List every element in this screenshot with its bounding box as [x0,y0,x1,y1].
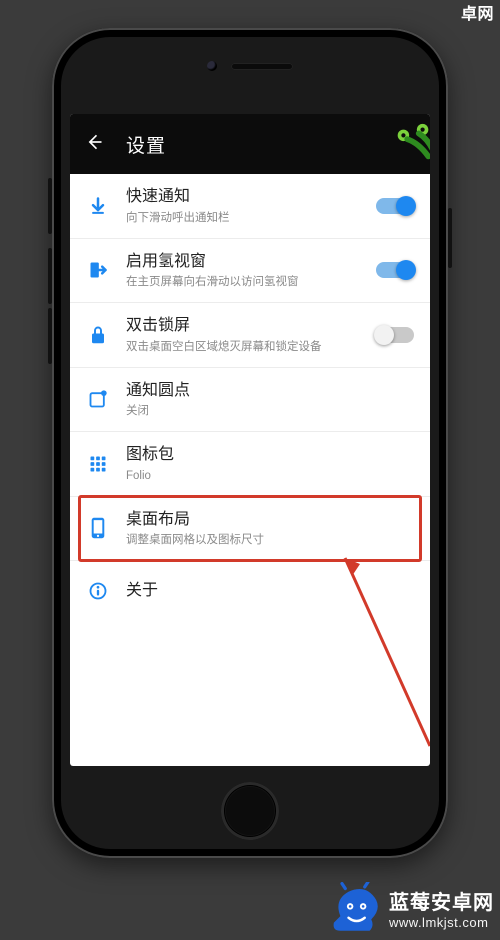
phone-earpiece-area [52,54,448,78]
item-subtitle: 双击桌面空白区域熄灭屏幕和锁定设备 [126,340,368,355]
page-corner-watermark: 卓网 [461,0,494,24]
item-title: 关于 [126,580,414,602]
item-title: 通知圆点 [126,380,414,402]
phone-frame: 设置 [52,28,448,858]
item-title: 快速通知 [126,186,368,208]
notification-dot-icon [84,389,112,409]
settings-item-hydrogen[interactable]: 启用氢视窗 在主页屏幕向右滑动以访问氢视窗 [70,239,430,304]
item-title: 启用氢视窗 [126,251,368,273]
settings-item-icon-pack[interactable]: 图标包 Folio [70,432,430,497]
item-subtitle: 向下滑动呼出通知栏 [126,211,368,226]
settings-item-notification-dot[interactable]: 通知圆点 关闭 [70,368,430,433]
settings-list: 快速通知 向下滑动呼出通知栏 启用氢视窗 在 [70,174,430,621]
info-icon [84,581,112,601]
item-subtitle: Folio [126,469,414,484]
download-arrow-icon [84,196,112,216]
settings-item-quick-notify[interactable]: 快速通知 向下滑动呼出通知栏 [70,174,430,239]
item-title: 图标包 [126,444,414,466]
item-subtitle: 关闭 [126,404,414,419]
exit-right-icon [84,260,112,280]
watermark-logo-icon [329,882,381,934]
item-title: 桌面布局 [126,509,414,531]
item-subtitle: 调整桌面网格以及图标尺寸 [126,533,414,548]
front-camera-icon [207,61,217,71]
settings-item-about[interactable]: 关于 [70,561,430,621]
earpiece-icon [231,63,293,70]
lock-icon [84,325,112,345]
phone-layout-icon [84,517,112,539]
app-header: 设置 [70,114,430,174]
settings-item-double-tap-lock[interactable]: 双击锁屏 双击桌面空白区域熄灭屏幕和锁定设备 [70,303,430,368]
settings-item-desktop-layout[interactable]: 桌面布局 调整桌面网格以及图标尺寸 [70,497,430,562]
watermark-title: 蓝莓安卓网 [389,886,494,915]
toggle-hydrogen[interactable] [376,262,414,278]
watermark: 蓝莓安卓网 www.lmkjst.com [329,882,494,934]
toggle-quick-notify[interactable] [376,198,414,214]
screen: 设置 [70,114,430,766]
page-title: 设置 [126,131,166,158]
watermark-url: www.lmkjst.com [389,915,494,930]
item-title: 双击锁屏 [126,315,368,337]
header-decoration-icon [390,120,430,166]
home-button[interactable] [221,782,279,840]
back-icon[interactable] [84,132,104,156]
item-subtitle: 在主页屏幕向右滑动以访问氢视窗 [126,275,368,290]
grid-icon [84,455,112,473]
toggle-double-tap-lock[interactable] [376,327,414,343]
